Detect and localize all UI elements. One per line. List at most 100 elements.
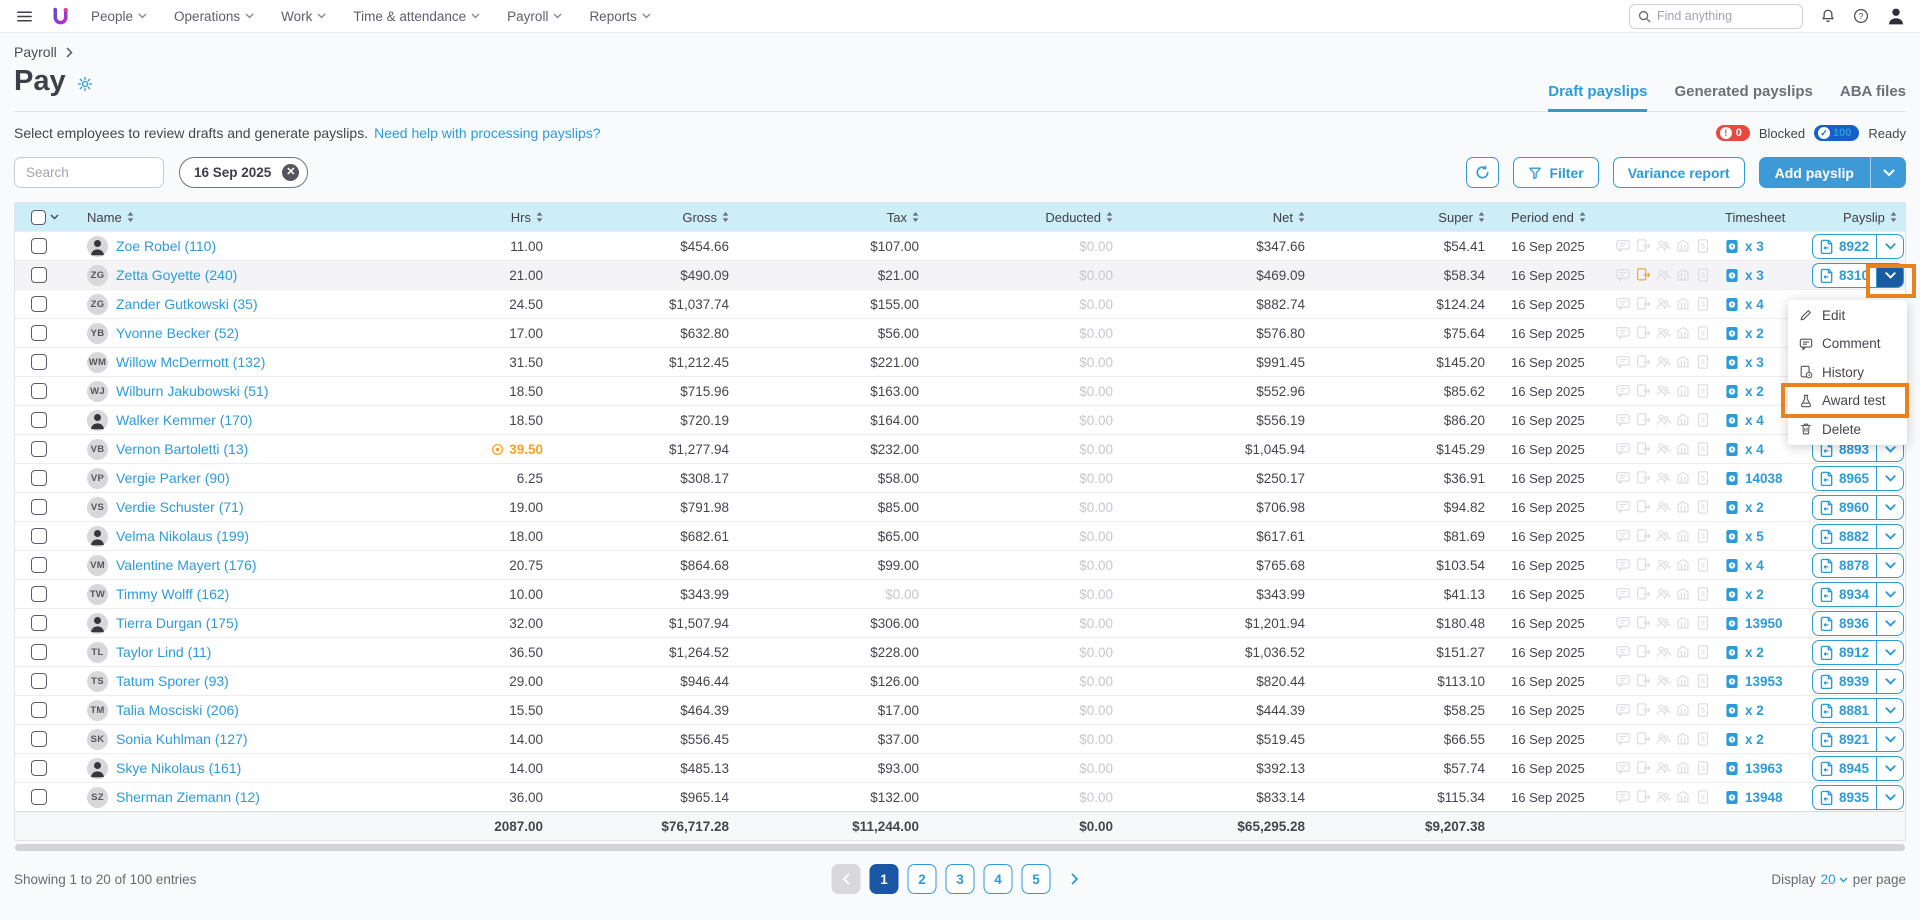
- breadcrumb-payroll[interactable]: Payroll: [14, 44, 57, 60]
- transfer-icon[interactable]: [1635, 354, 1651, 370]
- payslip-dropdown-chevron[interactable]: [1876, 727, 1903, 751]
- row-checkbox[interactable]: [31, 296, 47, 312]
- employee-link[interactable]: Willow McDermott (132): [116, 354, 265, 370]
- employee-link[interactable]: Timmy Wolff (162): [116, 586, 229, 602]
- payslip-link[interactable]: 8960: [1813, 496, 1876, 519]
- payslip-dropdown-chevron[interactable]: [1876, 553, 1903, 577]
- bank-icon[interactable]: [1675, 760, 1691, 776]
- payslip-link[interactable]: 8922: [1813, 235, 1876, 258]
- payslip-link[interactable]: 8939: [1813, 670, 1876, 693]
- comment-icon[interactable]: [1615, 557, 1631, 573]
- employee-link[interactable]: Sherman Ziemann (12): [116, 789, 260, 805]
- payslip-dropdown-chevron[interactable]: [1876, 669, 1903, 693]
- transfer-icon[interactable]: [1635, 586, 1651, 602]
- notifications-bell-icon[interactable]: [1820, 8, 1836, 24]
- filter-button[interactable]: Filter: [1513, 157, 1599, 188]
- transfer-icon[interactable]: [1635, 238, 1651, 254]
- tab-aba-files[interactable]: ABA files: [1840, 83, 1906, 112]
- bank-icon[interactable]: [1675, 441, 1691, 457]
- people-icon[interactable]: [1655, 470, 1671, 486]
- comment-icon[interactable]: [1615, 615, 1631, 631]
- bank-icon[interactable]: [1675, 383, 1691, 399]
- app-logo[interactable]: [50, 6, 71, 27]
- comment-icon[interactable]: [1615, 731, 1631, 747]
- row-checkbox[interactable]: [31, 267, 47, 283]
- timesheet-link[interactable]: x 2: [1709, 580, 1803, 608]
- row-checkbox[interactable]: [31, 528, 47, 544]
- payslip-dropdown-chevron[interactable]: [1876, 524, 1903, 548]
- people-icon[interactable]: [1655, 789, 1671, 805]
- user-avatar[interactable]: [1886, 6, 1906, 26]
- timesheet-link[interactable]: 13963: [1709, 754, 1803, 782]
- employee-link[interactable]: Tatum Sporer (93): [116, 673, 229, 689]
- transfer-icon[interactable]: [1635, 499, 1651, 515]
- hamburger-menu-icon[interactable]: [14, 6, 34, 26]
- row-checkbox[interactable]: [31, 412, 47, 428]
- employee-link[interactable]: Zetta Goyette (240): [116, 267, 237, 283]
- payslip-link[interactable]: 8921: [1813, 728, 1876, 751]
- tab-draft-payslips[interactable]: Draft payslips: [1548, 83, 1648, 112]
- add-payslip-dropdown[interactable]: [1870, 157, 1906, 188]
- menu-item-time-attendance[interactable]: Time & attendance: [353, 9, 480, 24]
- comment-icon[interactable]: [1615, 267, 1631, 283]
- timesheet-link[interactable]: x 5: [1709, 522, 1803, 550]
- comment-icon[interactable]: [1615, 644, 1631, 660]
- bank-icon[interactable]: [1675, 557, 1691, 573]
- per-page-dropdown[interactable]: 20: [1821, 872, 1848, 887]
- menu-item-comment[interactable]: Comment: [1788, 329, 1907, 358]
- refresh-button[interactable]: [1466, 157, 1500, 188]
- menu-item-edit[interactable]: Edit: [1788, 301, 1907, 330]
- payslip-link[interactable]: 8965: [1813, 467, 1876, 490]
- timesheet-link[interactable]: x 3: [1709, 261, 1803, 289]
- transfer-icon[interactable]: [1635, 673, 1651, 689]
- row-checkbox[interactable]: [31, 499, 47, 515]
- transfer-icon[interactable]: [1635, 296, 1651, 312]
- transfer-icon[interactable]: [1635, 644, 1651, 660]
- select-all-checkbox[interactable]: [31, 209, 46, 225]
- menu-item-operations[interactable]: Operations: [174, 9, 254, 24]
- global-search-input[interactable]: [1657, 9, 1794, 23]
- employee-link[interactable]: Taylor Lind (11): [116, 644, 211, 660]
- page-button-2[interactable]: 2: [907, 864, 937, 894]
- timesheet-link[interactable]: 14038: [1709, 464, 1803, 492]
- header-tax[interactable]: Tax: [729, 210, 919, 225]
- comment-icon[interactable]: [1615, 528, 1631, 544]
- people-icon[interactable]: [1655, 499, 1671, 515]
- people-icon[interactable]: [1655, 673, 1671, 689]
- row-checkbox[interactable]: [31, 586, 47, 602]
- people-icon[interactable]: [1655, 412, 1671, 428]
- people-icon[interactable]: [1655, 296, 1671, 312]
- menu-item-work[interactable]: Work: [281, 9, 326, 24]
- transfer-icon[interactable]: [1635, 702, 1651, 718]
- timesheet-link[interactable]: 13948: [1709, 783, 1803, 811]
- bank-icon[interactable]: [1675, 789, 1691, 805]
- bank-icon[interactable]: [1675, 325, 1691, 341]
- row-checkbox[interactable]: [31, 760, 47, 776]
- payslip-dropdown-chevron[interactable]: [1876, 466, 1903, 490]
- payslip-dropdown-chevron[interactable]: [1876, 785, 1903, 809]
- bank-icon[interactable]: [1675, 586, 1691, 602]
- employee-link[interactable]: Velma Nikolaus (199): [116, 528, 249, 544]
- employee-link[interactable]: Zander Gutkowski (35): [116, 296, 258, 312]
- employee-link[interactable]: Valentine Mayert (176): [116, 557, 257, 573]
- variance-report-button[interactable]: Variance report: [1612, 157, 1745, 188]
- comment-icon[interactable]: [1615, 441, 1631, 457]
- comment-icon[interactable]: [1615, 412, 1631, 428]
- transfer-icon[interactable]: [1635, 412, 1651, 428]
- payslip-link[interactable]: 8882: [1813, 525, 1876, 548]
- bank-icon[interactable]: [1675, 673, 1691, 689]
- row-checkbox[interactable]: [31, 383, 47, 399]
- bank-icon[interactable]: [1675, 354, 1691, 370]
- people-icon[interactable]: [1655, 238, 1671, 254]
- horizontal-scrollbar[interactable]: [15, 844, 1905, 851]
- comment-icon[interactable]: [1615, 673, 1631, 689]
- comment-icon[interactable]: [1615, 760, 1631, 776]
- timesheet-link[interactable]: x 2: [1709, 493, 1803, 521]
- transfer-icon[interactable]: [1635, 528, 1651, 544]
- comment-icon[interactable]: [1615, 354, 1631, 370]
- row-checkbox[interactable]: [31, 702, 47, 718]
- transfer-icon[interactable]: [1635, 557, 1651, 573]
- timesheet-link[interactable]: x 3: [1709, 232, 1803, 260]
- row-checkbox[interactable]: [31, 731, 47, 747]
- header-hrs[interactable]: Hrs: [447, 210, 543, 225]
